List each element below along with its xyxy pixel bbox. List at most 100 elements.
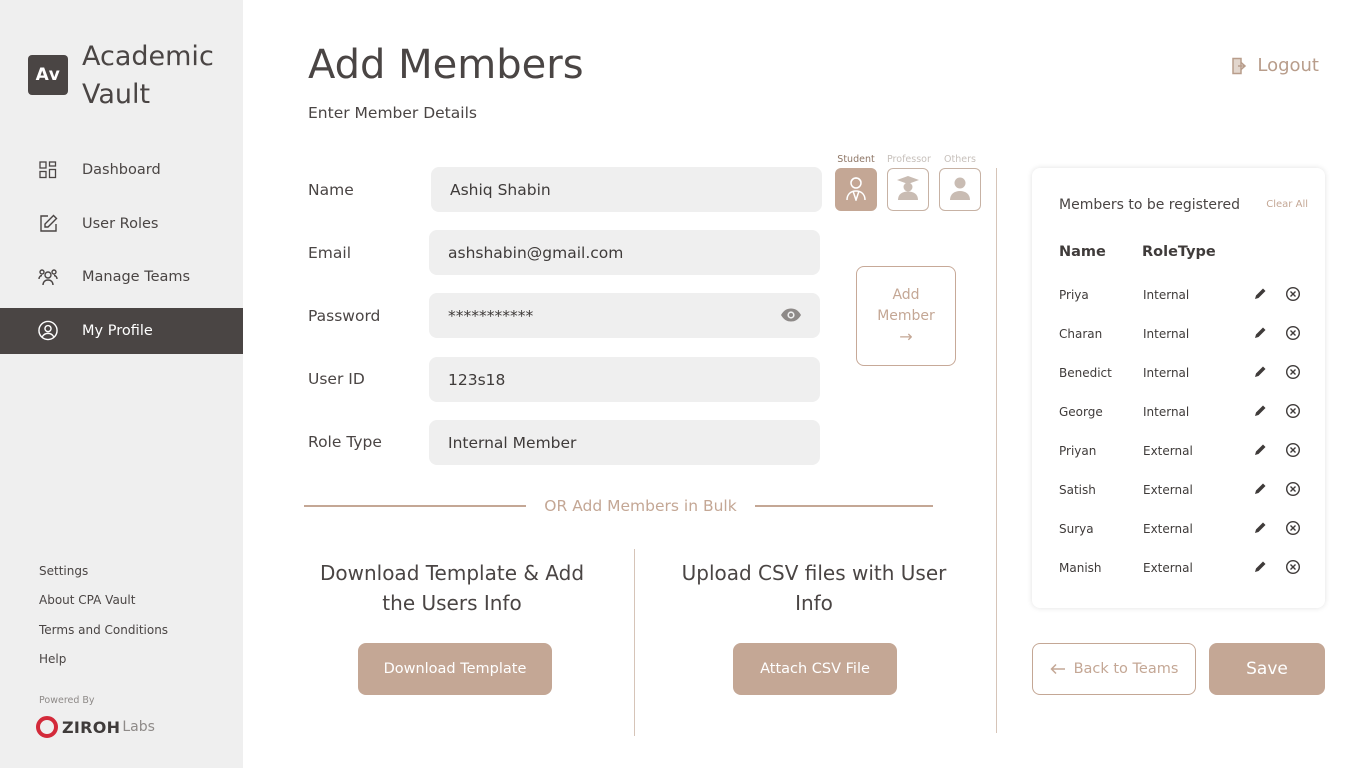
sidebar-item-manage-teams[interactable]: Manage Teams (0, 254, 243, 300)
member-role: Internal (1143, 405, 1190, 419)
member-role: Internal (1143, 327, 1190, 341)
professor-icon (895, 175, 921, 205)
ziroh-logo: ZIROH Labs (36, 716, 155, 738)
email-field[interactable]: ashshabin@gmail.com (429, 230, 820, 275)
sidebar-nav: Dashboard User Roles Manage Teams My Pro… (0, 147, 243, 361)
page-title: Add Members (308, 42, 584, 88)
sidebar-item-label: Dashboard (82, 162, 161, 178)
close-circle-icon[interactable] (1285, 520, 1301, 540)
logout-icon (1231, 57, 1249, 75)
close-circle-icon[interactable] (1285, 403, 1301, 423)
member-role: Internal (1143, 288, 1190, 302)
powered-by-label: Powered By (39, 695, 95, 706)
close-circle-icon[interactable] (1285, 325, 1301, 345)
member-name: George (1059, 405, 1103, 419)
edit-square-icon (38, 214, 58, 234)
members-title: Members to be registered (1059, 197, 1240, 213)
sidebar-item-my-profile[interactable]: My Profile (0, 307, 243, 354)
member-name: Priyan (1059, 444, 1097, 458)
name-field[interactable]: Ashiq Shabin (431, 167, 822, 212)
grid-icon (38, 160, 58, 180)
ziroh-suffix: Labs (122, 719, 155, 735)
brand-logo: Av (28, 55, 68, 95)
pencil-icon[interactable] (1253, 364, 1267, 383)
sidebar-item-user-roles[interactable]: User Roles (0, 201, 243, 247)
logout-button[interactable]: Logout (1231, 55, 1319, 76)
clear-all-button[interactable]: Clear All (1266, 199, 1308, 210)
sidebar: Av Academic Vault Dashboard User Roles M… (0, 0, 243, 768)
about-link[interactable]: About CPA Vault (39, 593, 168, 622)
close-circle-icon[interactable] (1285, 286, 1301, 306)
role-caption-others: Others (944, 154, 976, 165)
settings-link[interactable]: Settings (39, 564, 168, 593)
attach-csv-button[interactable]: Attach CSV File (733, 643, 897, 695)
ziroh-company: ZIROH (62, 717, 121, 737)
bulk-divider (634, 549, 635, 736)
member-name: Satish (1059, 483, 1096, 497)
pencil-icon[interactable] (1253, 403, 1267, 422)
or-divider-right (755, 505, 933, 507)
table-row: Surya External (1032, 510, 1325, 549)
table-row: Satish External (1032, 471, 1325, 510)
back-to-teams-button[interactable]: Back to Teams (1032, 643, 1196, 695)
member-role: External (1143, 522, 1193, 536)
pencil-icon[interactable] (1253, 481, 1267, 500)
close-circle-icon[interactable] (1285, 481, 1301, 501)
eye-icon[interactable] (780, 307, 802, 327)
terms-link[interactable]: Terms and Conditions (39, 623, 168, 652)
pencil-icon[interactable] (1253, 559, 1267, 578)
member-role: Internal (1143, 366, 1190, 380)
upload-title: Upload CSV files with User Info (681, 561, 947, 615)
roletype-value: Internal Member (448, 433, 577, 452)
members-card: Members to be registered Clear All Name … (1032, 168, 1325, 608)
brand: Av Academic Vault (28, 38, 232, 114)
close-circle-icon[interactable] (1285, 442, 1301, 462)
table-row: Benedict Internal (1032, 354, 1325, 393)
role-caption-student: Student (837, 154, 875, 165)
role-student-button[interactable] (835, 168, 877, 211)
back-label: Back to Teams (1073, 661, 1179, 677)
member-name: Benedict (1059, 366, 1112, 380)
password-label: Password (308, 307, 381, 325)
brand-name: Academic Vault (82, 41, 214, 110)
table-row: Priya Internal (1032, 276, 1325, 315)
member-name: Charan (1059, 327, 1103, 341)
arrow-left-icon (1050, 663, 1066, 675)
table-row: Manish External (1032, 549, 1325, 588)
userid-value: 123s18 (448, 370, 506, 389)
member-name: Priya (1059, 288, 1089, 302)
userid-field[interactable]: 123s18 (429, 357, 820, 402)
close-circle-icon[interactable] (1285, 559, 1301, 579)
col-head-name: Name (1059, 244, 1106, 260)
pencil-icon[interactable] (1253, 520, 1267, 539)
sidebar-item-dashboard[interactable]: Dashboard (0, 147, 243, 193)
roletype-label: Role Type (308, 433, 382, 451)
pencil-icon[interactable] (1253, 442, 1267, 461)
or-bulk-label: OR Add Members in Bulk (544, 497, 737, 515)
or-divider-left (304, 505, 526, 507)
sidebar-item-label: My Profile (82, 322, 153, 339)
close-circle-icon[interactable] (1285, 364, 1301, 384)
download-template-button[interactable]: Download Template (358, 643, 552, 695)
member-role: External (1143, 561, 1193, 575)
role-others-button[interactable] (939, 168, 981, 211)
email-value: ashshabin@gmail.com (448, 243, 624, 262)
add-member-button[interactable]: Add Member → (856, 266, 956, 366)
pencil-icon[interactable] (1253, 325, 1267, 344)
role-professor-button[interactable] (887, 168, 929, 211)
password-field[interactable]: *********** (429, 293, 820, 338)
team-icon (38, 267, 58, 287)
save-button[interactable]: Save (1209, 643, 1325, 695)
page-subtitle: Enter Member Details (308, 104, 477, 122)
student-icon (844, 175, 868, 205)
table-row: Charan Internal (1032, 315, 1325, 354)
member-role: External (1143, 483, 1193, 497)
member-name: Manish (1059, 561, 1102, 575)
password-value: *********** (448, 306, 534, 325)
pencil-icon[interactable] (1253, 286, 1267, 305)
section-divider (996, 168, 997, 733)
logout-label: Logout (1257, 55, 1319, 76)
roletype-select[interactable]: Internal Member (429, 420, 820, 465)
name-label: Name (308, 181, 354, 199)
help-link[interactable]: Help (39, 652, 168, 681)
